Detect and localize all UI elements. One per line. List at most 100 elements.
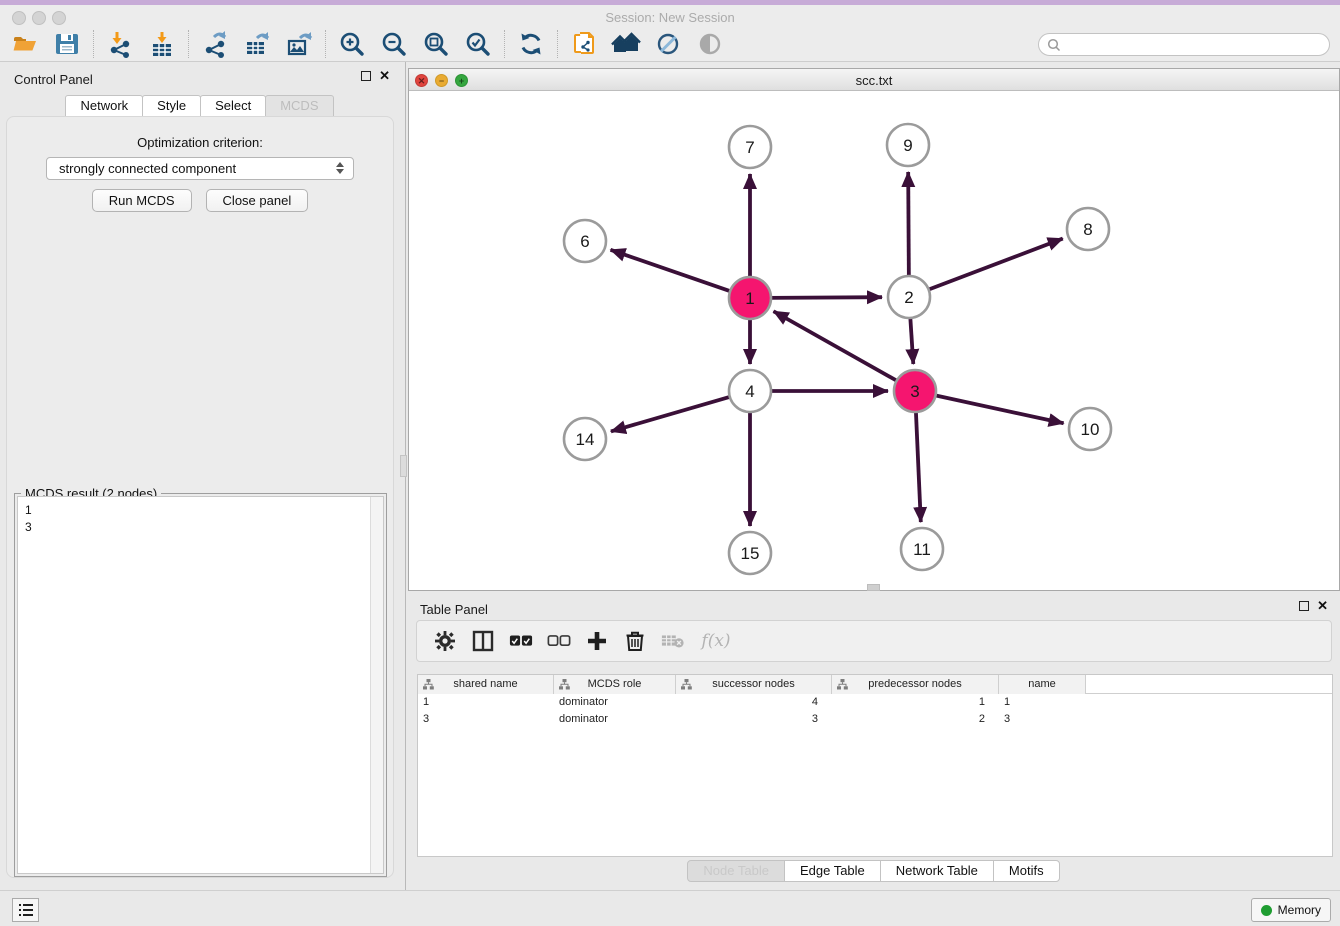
export-table-button[interactable]: [236, 28, 278, 60]
network-graph[interactable]: 7968124314101511: [409, 91, 1339, 590]
deselect-all-button[interactable]: [547, 629, 571, 653]
table-row[interactable]: 3 dominator 3 2 3: [418, 711, 1332, 728]
mcds-result-area[interactable]: 1 3: [17, 496, 384, 874]
zoom-fit-icon: [422, 30, 450, 58]
cell-name[interactable]: 3: [999, 711, 1086, 728]
network-window-titlebar[interactable]: ✕ − + scc.txt: [409, 69, 1339, 91]
save-session-button[interactable]: [46, 28, 88, 60]
criterion-select[interactable]: strongly connected component: [46, 157, 354, 180]
open-session-button[interactable]: [4, 28, 46, 60]
tab-select[interactable]: Select: [200, 95, 266, 117]
cyndex-home-button[interactable]: [605, 28, 647, 60]
search-box[interactable]: [1038, 33, 1330, 56]
run-mcds-button[interactable]: Run MCDS: [92, 189, 192, 212]
column-header-predecessor-nodes[interactable]: predecessor nodes: [832, 675, 999, 694]
cell-name[interactable]: 1: [999, 694, 1086, 711]
cell-predecessor-nodes[interactable]: 2: [832, 711, 999, 728]
split-panel-button[interactable]: [471, 629, 495, 653]
memory-button[interactable]: Memory: [1251, 898, 1331, 922]
float-panel-icon[interactable]: [361, 71, 371, 81]
graph-node-label-14: 14: [576, 430, 595, 449]
cell-successor-nodes[interactable]: 4: [676, 694, 832, 711]
graph-edge-3-10[interactable]: [934, 395, 1064, 423]
tab-network-table[interactable]: Network Table: [880, 860, 994, 882]
graph-node-label-10: 10: [1081, 420, 1100, 439]
node-table[interactable]: shared name MCDS role successor nodes pr…: [417, 674, 1333, 857]
zoom-out-button[interactable]: [373, 28, 415, 60]
zoom-fit-button[interactable]: [415, 28, 457, 60]
tab-mcds[interactable]: MCDS: [265, 95, 333, 117]
tab-node-table[interactable]: Node Table: [687, 860, 785, 882]
table-header-row: shared name MCDS role successor nodes pr…: [418, 675, 1332, 694]
add-row-button[interactable]: [585, 629, 609, 653]
search-icon: [1047, 38, 1061, 52]
zoom-selected-icon: [464, 30, 492, 58]
cell-mcds-role[interactable]: dominator: [554, 694, 676, 711]
apply-style-button[interactable]: [563, 28, 605, 60]
export-image-button[interactable]: [278, 28, 320, 60]
result-scrollbar[interactable]: [370, 497, 383, 873]
column-header-mcds-role[interactable]: MCDS role: [554, 675, 676, 694]
select-all-button[interactable]: [509, 629, 533, 653]
tab-style[interactable]: Style: [142, 95, 201, 117]
tree-icon: [423, 679, 434, 690]
export-network-button[interactable]: [194, 28, 236, 60]
tab-network[interactable]: Network: [65, 95, 143, 117]
column-settings-button[interactable]: [433, 629, 457, 653]
eye-toggle-button[interactable]: [689, 28, 731, 60]
eye-icon: [696, 30, 724, 58]
graph-node-label-7: 7: [745, 138, 754, 157]
float-table-panel-icon[interactable]: [1299, 601, 1309, 611]
cell-predecessor-nodes[interactable]: 1: [832, 694, 999, 711]
search-input[interactable]: [1061, 35, 1329, 54]
close-table-panel-icon[interactable]: ✕: [1317, 600, 1328, 612]
control-panel-title: Control Panel: [14, 72, 93, 87]
hide-graphics-button[interactable]: [647, 28, 689, 60]
split-columns-icon: [472, 630, 494, 652]
graph-edge-3-11[interactable]: [916, 410, 921, 522]
graph-edge-4-14[interactable]: [611, 396, 732, 431]
save-icon: [53, 30, 81, 58]
tab-motifs[interactable]: Motifs: [993, 860, 1060, 882]
graph-edge-2-3[interactable]: [910, 316, 913, 364]
export-image-icon: [285, 30, 313, 58]
import-network-icon: [106, 30, 134, 58]
delete-rows-button[interactable]: [623, 629, 647, 653]
column-header-successor-nodes[interactable]: successor nodes: [676, 675, 832, 694]
cell-shared-name[interactable]: 1: [418, 694, 554, 711]
cell-shared-name[interactable]: 3: [418, 711, 554, 728]
import-table-button[interactable]: [141, 28, 183, 60]
cell-mcds-role[interactable]: dominator: [554, 711, 676, 728]
graph-edge-3-1[interactable]: [774, 311, 899, 381]
table-row[interactable]: 1 dominator 4 1 1: [418, 694, 1332, 711]
cell-successor-nodes[interactable]: 3: [676, 711, 832, 728]
panel-divider[interactable]: [400, 62, 408, 890]
app-titlebar: Session: New Session: [0, 5, 1340, 27]
task-history-button[interactable]: [12, 898, 39, 922]
workspace: Control Panel ✕ Network Style Select MCD…: [0, 62, 1340, 890]
memory-label: Memory: [1278, 903, 1321, 917]
graph-edge-2-9[interactable]: [908, 172, 909, 278]
apply-function-button: f(x): [699, 629, 733, 653]
column-header-name[interactable]: name: [999, 675, 1086, 694]
import-network-button[interactable]: [99, 28, 141, 60]
graph-edge-1-2[interactable]: [769, 297, 882, 298]
graph-edge-1-6[interactable]: [611, 250, 733, 292]
zoom-selected-button[interactable]: [457, 28, 499, 60]
refresh-network-button[interactable]: [510, 28, 552, 60]
graph-edge-2-8[interactable]: [927, 239, 1063, 291]
network-canvas[interactable]: 7968124314101511: [409, 91, 1339, 590]
divider-grip[interactable]: [400, 455, 407, 477]
tab-edge-table[interactable]: Edge Table: [784, 860, 881, 882]
fx-icon: f(x): [701, 631, 730, 651]
column-header-shared-name[interactable]: shared name: [418, 675, 554, 694]
close-panel-button[interactable]: Close panel: [206, 189, 309, 212]
toolbar-separator: [188, 30, 189, 58]
graph-node-label-11: 11: [913, 540, 931, 559]
close-panel-icon[interactable]: ✕: [379, 70, 390, 82]
network-resize-grip[interactable]: [867, 584, 880, 591]
zoom-in-button[interactable]: [331, 28, 373, 60]
circle-slash-icon: [654, 30, 682, 58]
export-network-icon: [201, 30, 229, 58]
trash-icon: [625, 630, 645, 652]
